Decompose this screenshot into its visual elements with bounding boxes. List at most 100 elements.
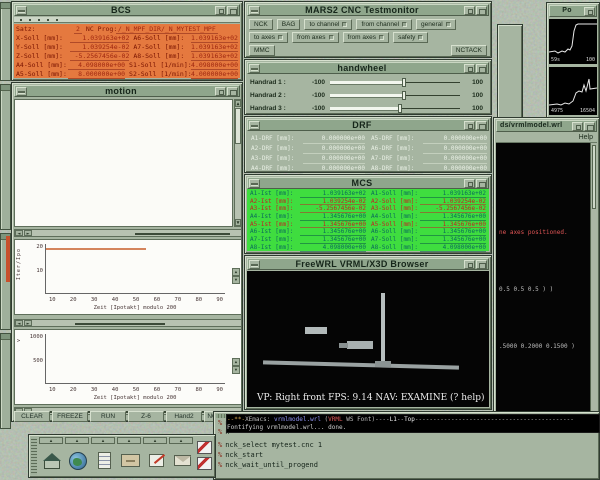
subpanel-arrow[interactable]: ▴: [91, 437, 115, 444]
scroll-right-arrow[interactable]: ►: [24, 230, 32, 237]
vrml-3d-viewport[interactable]: VP: Right front FPS: 9.14 NAV: EXAMINE (…: [247, 271, 489, 407]
maximize-button[interactable]: [476, 120, 487, 131]
safety-button[interactable]: safety: [393, 32, 429, 43]
scrollbar-thumb[interactable]: [135, 233, 230, 235]
scroll-right-arrow[interactable]: ►: [24, 320, 32, 327]
bcs-menu-strip[interactable]: [14, 17, 240, 23]
to-axes-button[interactable]: to axes: [249, 32, 288, 43]
offscreen-window-strip[interactable]: [0, 233, 11, 330]
general-button[interactable]: general: [416, 19, 456, 30]
offscreen-window-strip[interactable]: [497, 24, 523, 119]
minimize-button[interactable]: [215, 86, 226, 96]
maximize-button[interactable]: [476, 178, 487, 189]
file-drawer-button[interactable]: [117, 445, 143, 476]
handrad2-slider[interactable]: [330, 91, 460, 100]
maximize-button[interactable]: [227, 86, 238, 97]
maximize-button[interactable]: [476, 63, 487, 74]
window-menu-button[interactable]: [249, 5, 260, 15]
scroll-down-arrow[interactable]: ▼: [235, 219, 241, 226]
minimize-button[interactable]: [464, 178, 475, 188]
motion-titlebar[interactable]: motion: [14, 85, 240, 97]
browser-button[interactable]: [65, 445, 91, 476]
window-menu-button[interactable]: [16, 5, 27, 15]
maximize-button[interactable]: [476, 5, 487, 16]
window-menu-button[interactable]: [249, 178, 260, 188]
minimize-button[interactable]: [584, 6, 595, 16]
toggle-indicator: [342, 22, 348, 27]
scroll-up-arrow[interactable]: ▲: [235, 100, 241, 107]
freewrl-titlebar[interactable]: FreeWRL VRML/X3D Browser: [247, 258, 489, 270]
to-channel-button[interactable]: to channel: [304, 19, 353, 30]
drf-titlebar[interactable]: DRF: [247, 119, 489, 131]
panel-mini-icon[interactable]: [197, 441, 212, 454]
scrollbar-thumb[interactable]: [592, 145, 596, 209]
handwheel-titlebar[interactable]: handwheel: [247, 62, 489, 74]
panel-drag-handle[interactable]: [31, 437, 37, 475]
mcs-titlebar[interactable]: MCS: [247, 177, 489, 189]
editor-titlebar[interactable]: ds/vrmlmodel.wrl: [496, 120, 597, 132]
subpanel-arrow[interactable]: ▴: [117, 437, 141, 444]
scroll-left-arrow[interactable]: ◄: [15, 230, 23, 237]
slider-thumb[interactable]: [402, 91, 407, 100]
from-axes-button-2[interactable]: from axes: [342, 32, 390, 43]
window-menu-button[interactable]: [249, 259, 260, 269]
z6-button[interactable]: Z-6: [128, 411, 164, 422]
scrollbar-thumb[interactable]: [75, 323, 165, 325]
plot2-yaxis: [45, 334, 46, 384]
offscreen-window-strip[interactable]: [0, 333, 11, 429]
subpanel-arrow[interactable]: ▴: [143, 437, 167, 444]
hand2-button[interactable]: Hand2: [166, 411, 202, 422]
vertical-scrollbar[interactable]: ▲ ▼: [234, 99, 242, 227]
bag-button[interactable]: BAG: [276, 19, 301, 30]
panel-mini-icon[interactable]: [197, 457, 212, 470]
minimize-button[interactable]: [464, 5, 475, 15]
horizontal-scrollbar[interactable]: ◄ ►: [14, 319, 242, 327]
maximize-button[interactable]: [584, 121, 595, 132]
handrad3-slider[interactable]: [330, 104, 460, 113]
mail-button[interactable]: [169, 445, 195, 476]
maximize-button[interactable]: [227, 5, 238, 16]
subpanel-arrow[interactable]: ▴: [169, 437, 193, 444]
window-menu-button[interactable]: [16, 86, 27, 96]
minimize-button[interactable]: [464, 120, 475, 130]
minimize-button[interactable]: [464, 259, 475, 269]
offscreen-window-strip[interactable]: [0, 2, 11, 81]
from-axes-button[interactable]: from axes: [291, 32, 339, 43]
minimize-button[interactable]: [572, 121, 583, 131]
compose-button[interactable]: [143, 445, 169, 476]
minimize-button[interactable]: [464, 63, 475, 73]
subpanel-arrow[interactable]: ▴: [65, 437, 89, 444]
from-channel-button[interactable]: from channel: [356, 19, 413, 30]
bcs-titlebar[interactable]: BCS: [14, 4, 240, 16]
monitor-titlebar[interactable]: Po: [549, 5, 597, 17]
maximize-button[interactable]: [476, 259, 487, 270]
nctack-button[interactable]: NCTACK: [450, 45, 487, 56]
slider-thumb[interactable]: [402, 78, 407, 87]
handrad1-slider[interactable]: [330, 78, 460, 87]
terminal-command: % nck_start: [218, 451, 264, 459]
slider-thumb[interactable]: [398, 104, 403, 113]
notes-button[interactable]: [91, 445, 117, 476]
window-menu-button[interactable]: [249, 120, 260, 130]
mars2-titlebar[interactable]: MARS2 CNC Testmonitor: [247, 4, 489, 16]
scroll-left-arrow[interactable]: ◄: [15, 320, 23, 327]
subpanel-arrow[interactable]: ▴: [39, 437, 63, 444]
offscreen-window-strip[interactable]: [0, 84, 11, 230]
home-button[interactable]: [39, 445, 65, 476]
editor-text-area[interactable]: ne axes positioned. 0.5 0.5 0.5 ) ) .500…: [496, 143, 597, 413]
clear-button[interactable]: CLEAR: [14, 411, 50, 422]
machine-tool-tip: [339, 343, 348, 348]
plot2-scroll-arrows[interactable]: ▲ ▼: [232, 358, 240, 374]
motion-canvas[interactable]: [14, 99, 233, 227]
window-menu-button[interactable]: [249, 63, 260, 73]
horizontal-scrollbar[interactable]: ◄ ►: [14, 229, 242, 237]
nck-button[interactable]: NCK: [249, 19, 273, 30]
scrollbar-thumb[interactable]: [235, 108, 241, 144]
run-button[interactable]: RUN: [90, 411, 126, 422]
mmc-button[interactable]: MMC: [249, 45, 275, 56]
help-menu[interactable]: Help: [579, 134, 593, 141]
freeze-button[interactable]: FREEZE: [52, 411, 88, 422]
minimize-button[interactable]: [215, 5, 226, 15]
editor-scrollbar[interactable]: [590, 143, 597, 413]
plot1-scroll-arrows[interactable]: ▲ ▼: [232, 268, 240, 284]
